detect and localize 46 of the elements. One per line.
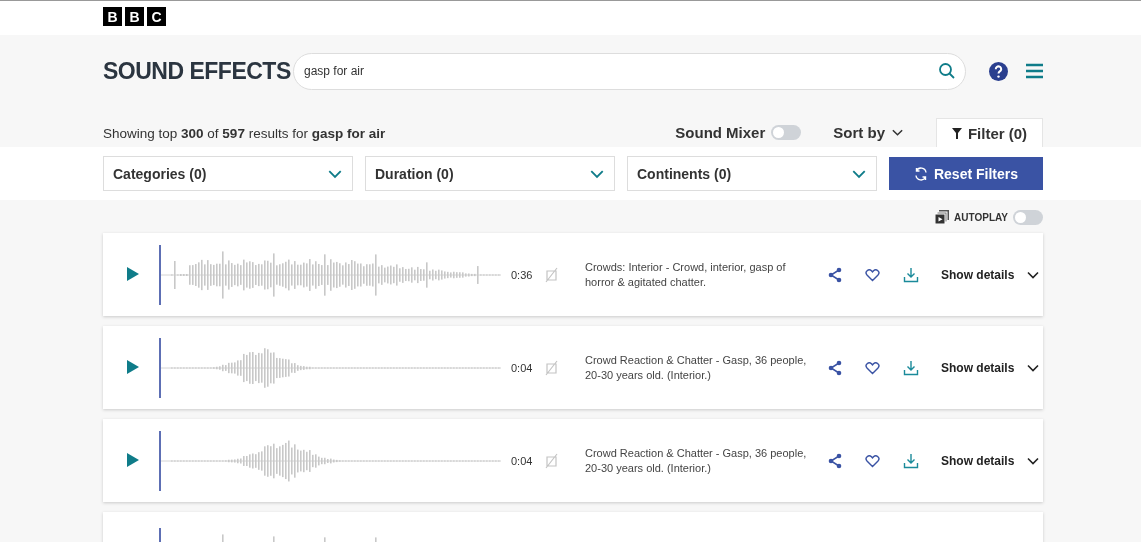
loop-icon bbox=[545, 452, 559, 469]
filter-dropdown[interactable]: Categories (0) bbox=[103, 156, 353, 191]
filter-dropdown[interactable]: Continents (0) bbox=[627, 156, 877, 191]
heart-icon[interactable] bbox=[865, 360, 880, 375]
heart-icon[interactable] bbox=[865, 267, 880, 282]
download-icon[interactable] bbox=[903, 452, 919, 469]
download-icon[interactable] bbox=[903, 359, 919, 376]
download-icon[interactable] bbox=[903, 266, 919, 283]
share-icon[interactable] bbox=[827, 359, 843, 376]
reset-filters-button[interactable]: Reset Filters bbox=[889, 157, 1043, 190]
filter-icon bbox=[951, 127, 962, 139]
show-details-button[interactable]: Show details bbox=[941, 453, 1041, 468]
logo-letter: B bbox=[103, 7, 122, 26]
sound-description: Crowd Reaction & Chatter - Gasp, 36 people, 20-30 years old. (Interior.) bbox=[585, 352, 808, 383]
sound-description: Crowd Reaction & Chatter - Gasp, 36 people, 20-30 years old. (Interior.) bbox=[585, 445, 808, 476]
sort-by-button[interactable]: Sort by bbox=[827, 123, 910, 147]
loop-icon bbox=[545, 266, 559, 283]
page-title: SOUND EFFECTS bbox=[103, 57, 292, 85]
sound-mixer-toggle[interactable] bbox=[771, 125, 802, 140]
duration-text: 0:36 bbox=[511, 268, 534, 281]
autoplay-label: AUTOPLAY bbox=[954, 211, 1008, 223]
loop-icon bbox=[545, 359, 559, 376]
show-details-button[interactable]: Show details bbox=[941, 360, 1041, 375]
search-icon[interactable] bbox=[938, 61, 956, 80]
menu-icon[interactable] bbox=[1026, 63, 1043, 79]
play-icon[interactable] bbox=[127, 266, 141, 283]
duration-text: 0:04 bbox=[511, 361, 534, 374]
results-summary: Showing top 300 of 597 results for gasp for air bbox=[103, 126, 387, 143]
sound-description: Crowds: Interior - Crowd, interior, gasp of horror & agitated chatter. bbox=[585, 259, 787, 290]
play-icon[interactable] bbox=[127, 359, 141, 376]
search-field[interactable]: gasp for air bbox=[293, 52, 966, 90]
share-icon[interactable] bbox=[827, 266, 843, 283]
help-icon[interactable] bbox=[989, 61, 1008, 81]
logo-letter: B bbox=[125, 7, 144, 26]
autoplay-icon bbox=[935, 210, 950, 224]
filter-tab[interactable]: Filter (0) bbox=[936, 118, 1043, 147]
logo-letter: C bbox=[147, 7, 166, 26]
filter-dropdown[interactable]: Duration (0) bbox=[365, 156, 615, 191]
autoplay-toggle[interactable] bbox=[1013, 209, 1043, 225]
heart-icon[interactable] bbox=[865, 453, 880, 468]
play-icon[interactable] bbox=[127, 452, 141, 469]
duration-text: 0:04 bbox=[511, 454, 534, 467]
share-icon[interactable] bbox=[827, 452, 843, 469]
refresh-icon bbox=[913, 166, 928, 181]
sound-mixer-label: Sound Mixer bbox=[675, 124, 766, 141]
show-details-button[interactable]: Show details bbox=[941, 267, 1041, 282]
